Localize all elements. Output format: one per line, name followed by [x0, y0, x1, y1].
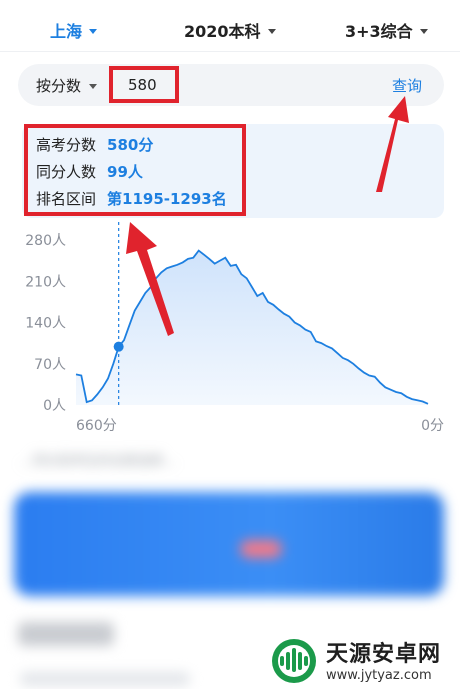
- annotation-arrows: [126, 96, 409, 336]
- watermark: 天源安卓网 www.jytyaz.com: [262, 630, 460, 689]
- watermark-url: www.jytyaz.com: [326, 668, 432, 683]
- arrow-to-query-icon: [376, 96, 409, 192]
- arrow-to-result-icon: [126, 222, 174, 336]
- watermark-logo-icon: [272, 638, 316, 683]
- watermark-name: 天源安卓网: [326, 642, 442, 667]
